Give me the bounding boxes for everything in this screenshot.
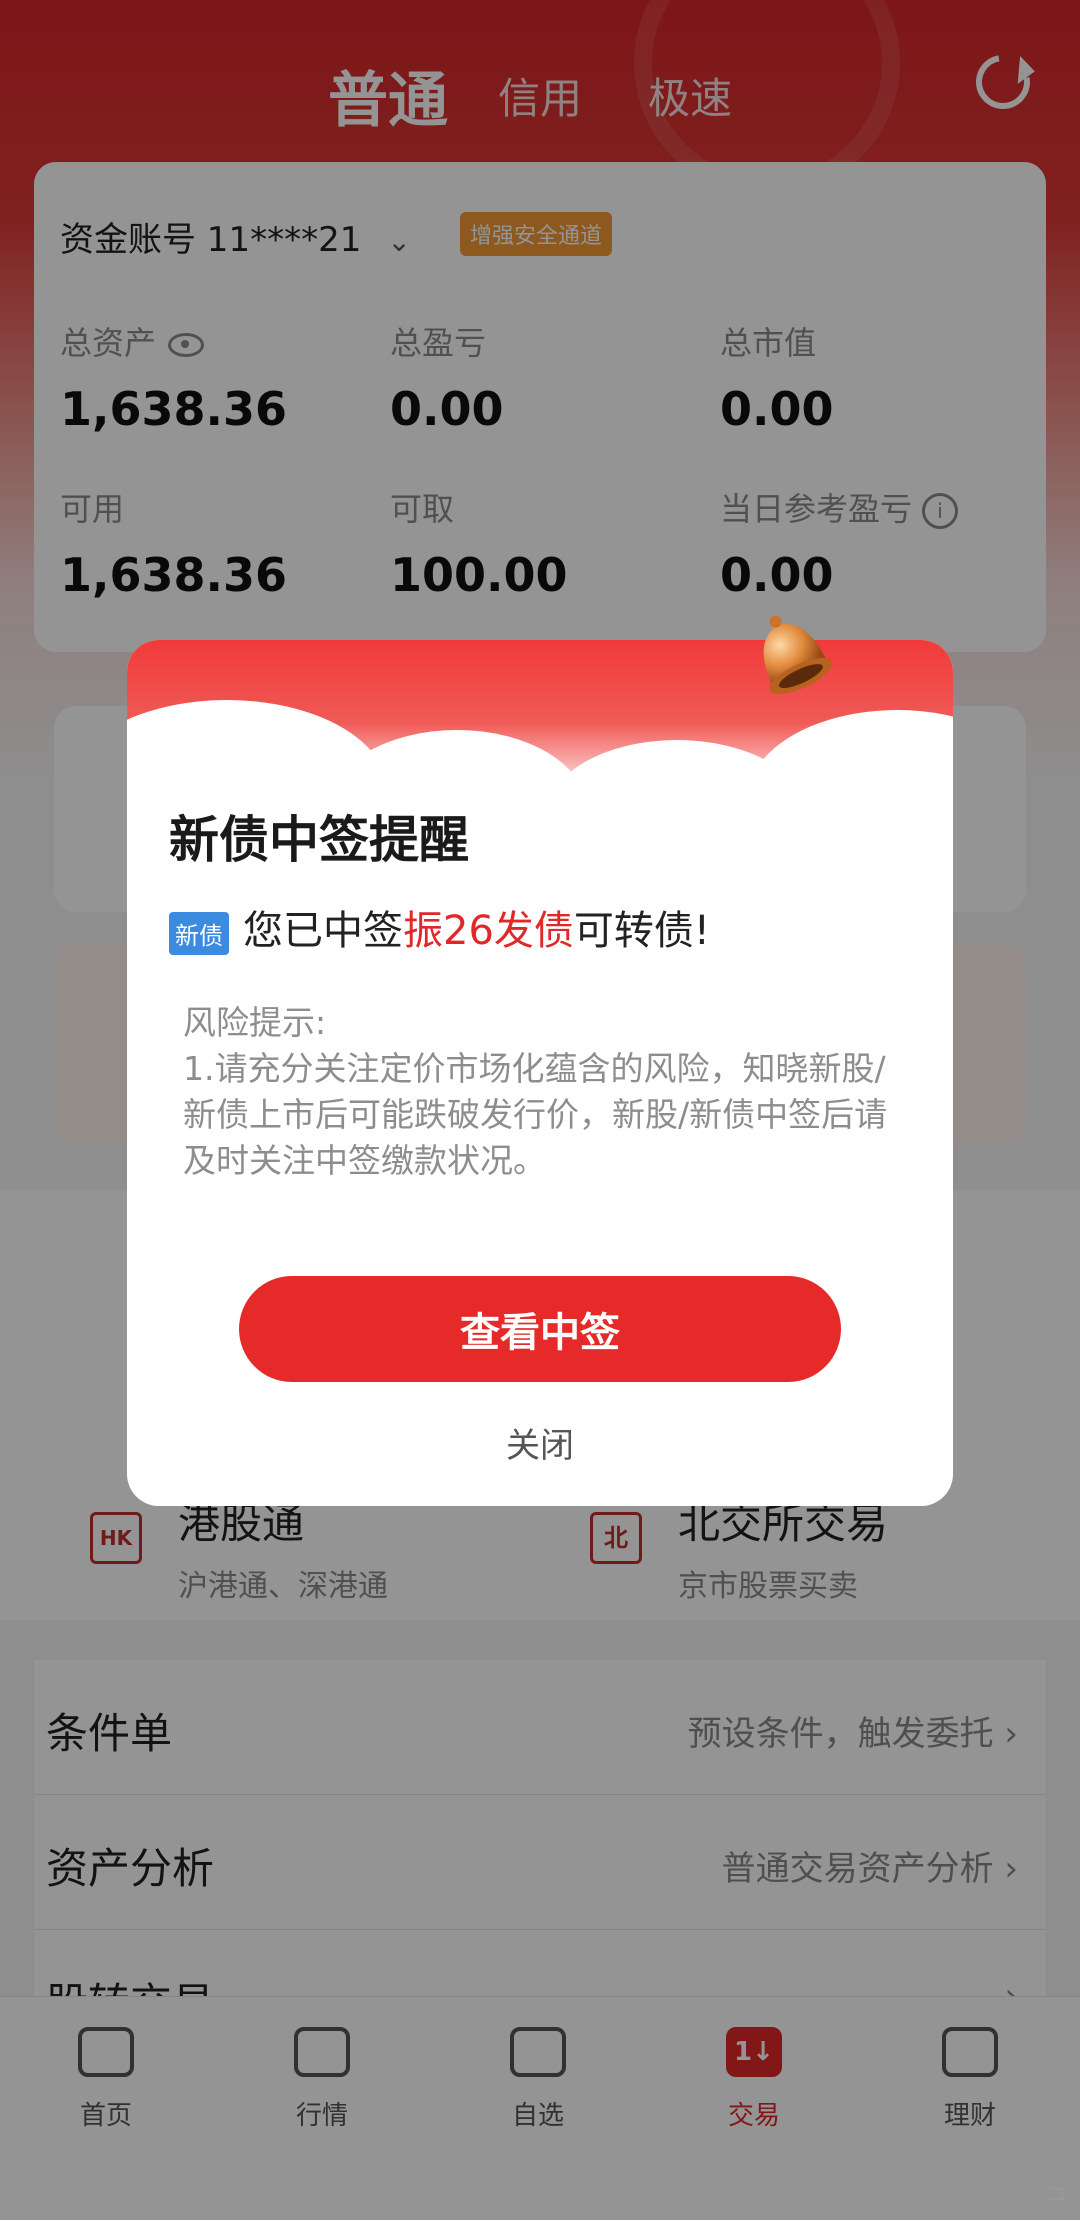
risk-title: 风险提示: bbox=[183, 1003, 327, 1042]
view-allotment-button[interactable]: 查看中签 bbox=[239, 1276, 841, 1382]
message-prefix: 您已中签 bbox=[243, 908, 403, 954]
allotment-message: 新债 您已中签振26发债可转债! bbox=[169, 898, 710, 956]
risk-notice: 风险提示: 1.请充分关注定价市场化蕴含的风险，知晓新股/新债上市后可能跌破发行… bbox=[183, 1000, 913, 1184]
risk-body: 1.请充分关注定价市场化蕴含的风险，知晓新股/新债上市后可能跌破发行价，新股/新… bbox=[183, 1049, 888, 1180]
bond-name: 振26发债 bbox=[403, 908, 574, 954]
bell-icon bbox=[763, 615, 833, 695]
close-button[interactable]: 关闭 bbox=[127, 1418, 953, 1467]
message-suffix: 可转债! bbox=[573, 908, 710, 954]
new-bond-tag: 新债 bbox=[169, 911, 229, 955]
dialog-title: 新债中签提醒 bbox=[169, 811, 469, 869]
bond-allotment-dialog: 新债中签提醒 新债 您已中签振26发债可转债! 风险提示: 1.请充分关注定价市场… bbox=[127, 615, 953, 1506]
corner-mark: ⊐ bbox=[1047, 2181, 1066, 2206]
